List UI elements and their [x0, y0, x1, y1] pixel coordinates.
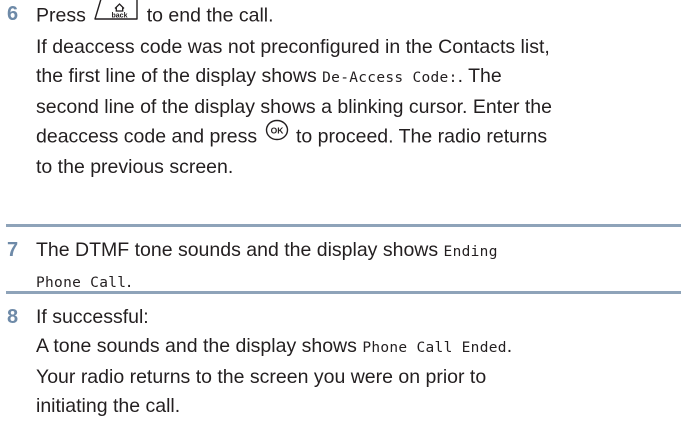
divider [6, 291, 681, 294]
back-key-text: back [112, 13, 128, 20]
back-home-key-icon: back [93, 0, 139, 30]
step-number: 8 [7, 306, 19, 328]
step-text: to end the call. [146, 4, 274, 27]
display-code: Ending [443, 244, 498, 260]
display-code: Phone Call [36, 275, 127, 291]
step-body: The DTMF tone sounds and the display sho… [36, 236, 676, 298]
step-text: A tone sounds and the display shows [36, 335, 357, 357]
step-body: Press back to end the call. If deaccess … [36, 0, 676, 182]
step-number: 7 [7, 239, 19, 261]
step-line: Your radio returns to the screen you wer… [36, 366, 487, 388]
ok-key-icon: OK [265, 119, 289, 150]
step-text: . [126, 270, 132, 292]
step-line: Press back to end the call. [36, 0, 676, 33]
step-line: If deaccess code was not preconfigured i… [36, 36, 550, 58]
step-text: The DTMF tone sounds and the display sho… [36, 239, 439, 261]
step-line: If successful: [36, 306, 149, 328]
step-number: 6 [7, 3, 19, 25]
step-line: The DTMF tone sounds and the display sho… [36, 236, 676, 267]
step-text: . [506, 335, 513, 357]
manual-page: { "steps": [ { "number": "6", "line1_pre… [0, 0, 681, 417]
step-line: deaccess code and press OK to proceed. T… [36, 119, 676, 153]
step-text: to proceed. The radio returns [295, 125, 548, 148]
step-line: to the previous screen. [36, 156, 234, 178]
step-text: Press [36, 4, 86, 27]
divider [6, 224, 681, 227]
display-code: De-Access Code: [322, 70, 458, 86]
step-line: initiating the call. [36, 395, 181, 417]
step-line: A tone sounds and the display shows Phon… [36, 332, 676, 363]
step-body: If successful: A tone sounds and the dis… [36, 303, 676, 421]
display-code: Phone Call Ended [362, 340, 507, 356]
step-text: . The [457, 65, 502, 87]
step-line: second line of the display shows a blink… [36, 96, 552, 118]
step-text: the first line of the display shows [36, 65, 317, 87]
step-text: deaccess code and press [36, 125, 258, 148]
step-line: the first line of the display shows De-A… [36, 62, 676, 93]
svg-text:OK: OK [270, 126, 284, 136]
